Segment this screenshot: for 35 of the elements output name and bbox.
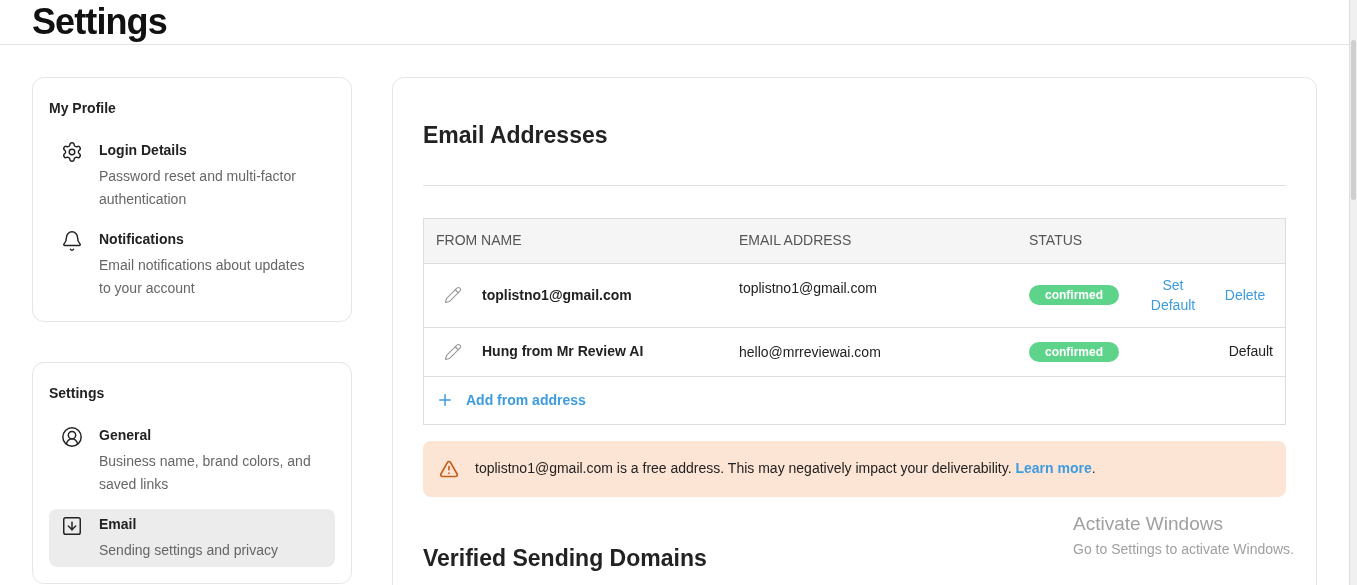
sidebar-item-title: Email xyxy=(99,515,138,534)
from-name: Hung from Mr Review AI xyxy=(482,342,644,361)
plus-icon xyxy=(436,391,454,409)
status-badge: confirmed xyxy=(1029,341,1119,362)
sidebar-item-description: Email notifications about updates to your account xyxy=(99,256,306,298)
os-notice-subtitle: Go to Settings to activate Windows. xyxy=(1073,539,1294,559)
email-address: hello@mrreviewai.com xyxy=(739,342,882,362)
email-address: toplistno1@gmail.com xyxy=(739,278,878,298)
sidebar-heading: My Profile xyxy=(49,99,117,118)
alert-message: toplistno1@gmail.com is a free address. This may negatively impact your deliverability. Learn more. xyxy=(475,459,1096,478)
section-title: Email Addresses xyxy=(423,118,1286,186)
column-header: FROM NAME xyxy=(436,231,523,250)
user-circle-icon xyxy=(61,426,83,448)
from-name: toplistno1@gmail.com xyxy=(482,285,632,305)
section-title: Verified Sending Domains xyxy=(423,543,707,573)
os-notice-title: Activate Windows xyxy=(1073,512,1224,536)
column-header: STATUS xyxy=(1029,231,1084,250)
bell-icon xyxy=(61,230,83,252)
sidebar-item-description: Business name, brand colors, and saved links xyxy=(99,452,312,494)
sidebar-heading: Settings xyxy=(49,384,106,403)
warning-icon xyxy=(439,458,459,479)
page-title: Settings xyxy=(32,0,167,44)
sidebar-item-title: Login Details xyxy=(99,141,188,160)
sidebar-item-description: Sending settings and privacy xyxy=(99,541,279,560)
sidebar-item-description: Password reset and multi-factor authentication xyxy=(99,167,297,209)
sidebar-item-title: General xyxy=(99,426,153,445)
default-label: Default xyxy=(1228,342,1273,361)
column-header: EMAIL ADDRESS xyxy=(739,231,853,250)
edit-icon[interactable] xyxy=(444,342,462,361)
edit-icon[interactable] xyxy=(444,286,462,304)
status-badge: confirmed xyxy=(1029,285,1119,305)
inbox-download-icon xyxy=(61,515,83,537)
gear-icon xyxy=(61,141,83,163)
sidebar-item[interactable]: Email Sending settings and privacy xyxy=(49,509,335,567)
sidebar-item-title: Notifications xyxy=(99,230,185,249)
